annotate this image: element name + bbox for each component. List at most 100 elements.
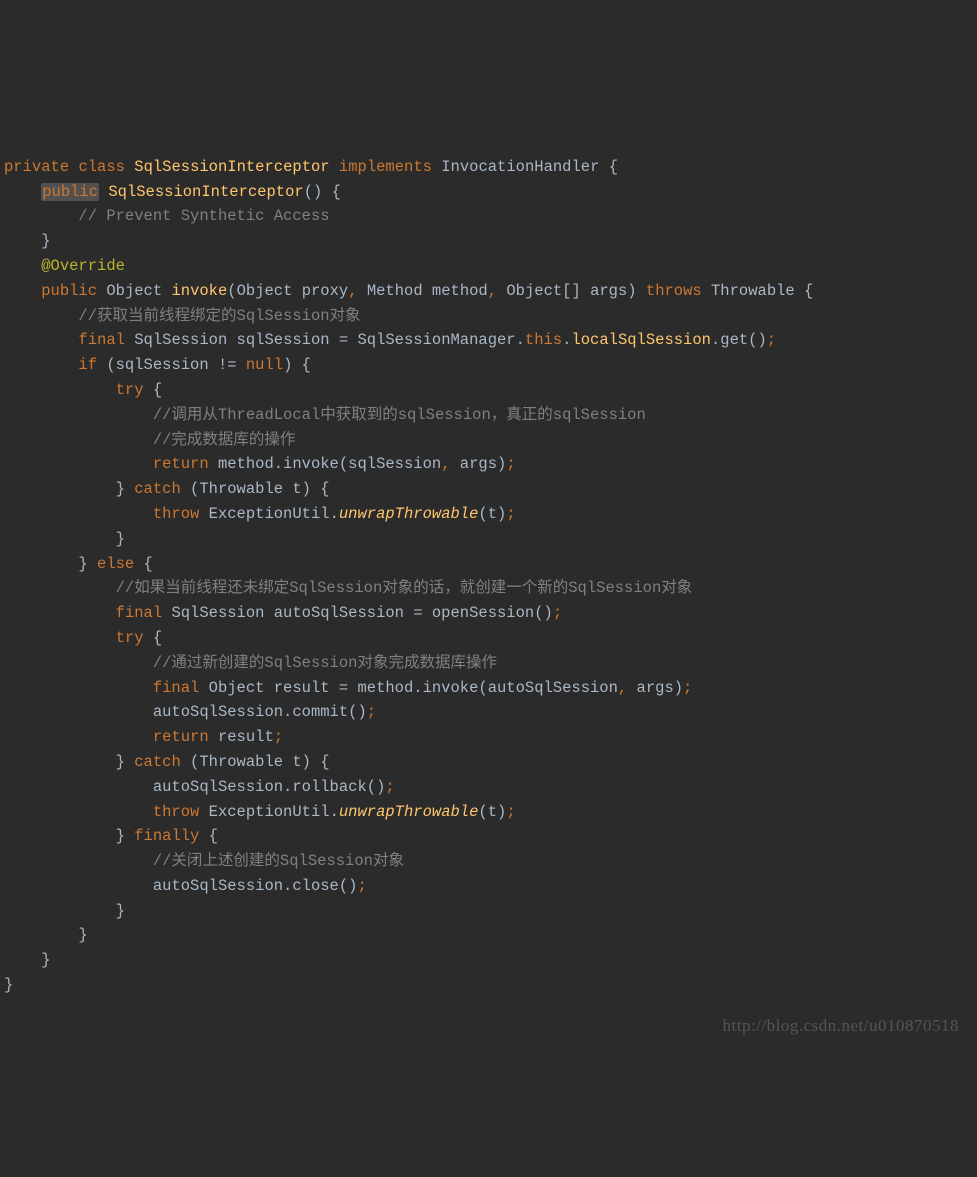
token: { [134, 555, 153, 573]
code-line: try { [4, 626, 973, 651]
token: //通过新创建的SqlSession对象完成数据库操作 [153, 654, 497, 672]
token: (Object proxy [227, 282, 348, 300]
code-line: } else { [4, 552, 973, 577]
token: result [209, 728, 274, 746]
token: } [41, 232, 50, 250]
code-line: } [4, 229, 973, 254]
token: SqlSession sqlSession = SqlSessionManage… [125, 331, 525, 349]
token: Object result = method.invoke(autoSqlSes… [199, 679, 618, 697]
token: ) { [283, 356, 311, 374]
code-line: } [4, 899, 973, 924]
token: try [116, 629, 144, 647]
token: ; [683, 679, 692, 697]
token: ; [274, 728, 283, 746]
token: try [116, 381, 144, 399]
token: ExceptionUtil. [199, 803, 339, 821]
code-line: } [4, 527, 973, 552]
token [99, 183, 108, 201]
token: method.invoke(sqlSession [209, 455, 442, 473]
token: SqlSession autoSqlSession = openSession(… [162, 604, 553, 622]
code-line: } catch (Throwable t) { [4, 750, 973, 775]
token: return [153, 728, 209, 746]
token: () { [304, 183, 341, 201]
code-line: //获取当前线程绑定的SqlSession对象 [4, 304, 973, 329]
token [125, 158, 134, 176]
token: ; [553, 604, 562, 622]
token: // Prevent Synthetic Access [78, 207, 329, 225]
token: , [441, 455, 450, 473]
token: Object[] args) [497, 282, 646, 300]
token: //调用从ThreadLocal中获取到的sqlSession，真正的sqlSe… [153, 406, 646, 424]
code-line: if (sqlSession != null) { [4, 353, 973, 378]
token: invoke [171, 282, 227, 300]
token: finally [134, 827, 199, 845]
code-line: // Prevent Synthetic Access [4, 204, 973, 229]
token [330, 158, 339, 176]
token: class [78, 158, 125, 176]
code-line: } finally { [4, 824, 973, 849]
code-line: throw ExceptionUtil.unwrapThrowable(t); [4, 800, 973, 825]
token: ; [506, 455, 515, 473]
token: ; [367, 703, 376, 721]
token: SqlSessionInterceptor [108, 183, 303, 201]
token: ; [506, 803, 515, 821]
token [97, 282, 106, 300]
token: } [116, 902, 125, 920]
code-line: } catch (Throwable t) { [4, 477, 973, 502]
token: , [618, 679, 627, 697]
token: final [153, 679, 200, 697]
token: if [78, 356, 97, 374]
token: (Throwable t) { [181, 480, 330, 498]
token: } [116, 480, 135, 498]
token: //获取当前线程绑定的SqlSession对象 [78, 307, 360, 325]
watermark-text: http://blog.csdn.net/u010870518 [723, 1012, 960, 1039]
code-line: final SqlSession autoSqlSession = openSe… [4, 601, 973, 626]
token: autoSqlSession.close() [153, 877, 358, 895]
token: unwrapThrowable [339, 803, 479, 821]
token: .get() [711, 331, 767, 349]
code-line: return result; [4, 725, 973, 750]
token: private [4, 158, 69, 176]
code-line: autoSqlSession.commit(); [4, 700, 973, 725]
token: } [116, 827, 135, 845]
token: } [78, 926, 87, 944]
token: } [41, 951, 50, 969]
token: //关闭上述创建的SqlSession对象 [153, 852, 404, 870]
code-line: //如果当前线程还未绑定SqlSession对象的话，就创建一个新的SqlSes… [4, 576, 973, 601]
token: InvocationHandler [441, 158, 599, 176]
token: Throwable { [702, 282, 814, 300]
code-lines: private class SqlSessionInterceptor impl… [4, 155, 973, 998]
code-line: @Override [4, 254, 973, 279]
token: args) [451, 455, 507, 473]
token: final [78, 331, 125, 349]
code-line: //关闭上述创建的SqlSession对象 [4, 849, 973, 874]
token: ; [357, 877, 366, 895]
token: this [525, 331, 562, 349]
code-line: //完成数据库的操作 [4, 428, 973, 453]
token: unwrapThrowable [339, 505, 479, 523]
token: public [41, 282, 97, 300]
token: ; [506, 505, 515, 523]
code-line: //调用从ThreadLocal中获取到的sqlSession，真正的sqlSe… [4, 403, 973, 428]
code-line: throw ExceptionUtil.unwrapThrowable(t); [4, 502, 973, 527]
token: args) [627, 679, 683, 697]
token: @Override [41, 257, 125, 275]
token: //完成数据库的操作 [153, 431, 296, 449]
token: final [116, 604, 163, 622]
code-line: public Object invoke(Object proxy, Metho… [4, 279, 973, 304]
code-line: } [4, 973, 973, 998]
token: Method method [358, 282, 488, 300]
token: ExceptionUtil. [199, 505, 339, 523]
code-line: final Object result = method.invoke(auto… [4, 676, 973, 701]
code-line: final SqlSession sqlSession = SqlSession… [4, 328, 973, 353]
token [432, 158, 441, 176]
token: { [199, 827, 218, 845]
token: catch [134, 753, 181, 771]
token: Object [106, 282, 162, 300]
code-line: } [4, 948, 973, 973]
token: ; [767, 331, 776, 349]
token: (t) [478, 505, 506, 523]
token: } [4, 976, 13, 994]
token: throw [153, 505, 200, 523]
code-line: public SqlSessionInterceptor() { [4, 180, 973, 205]
